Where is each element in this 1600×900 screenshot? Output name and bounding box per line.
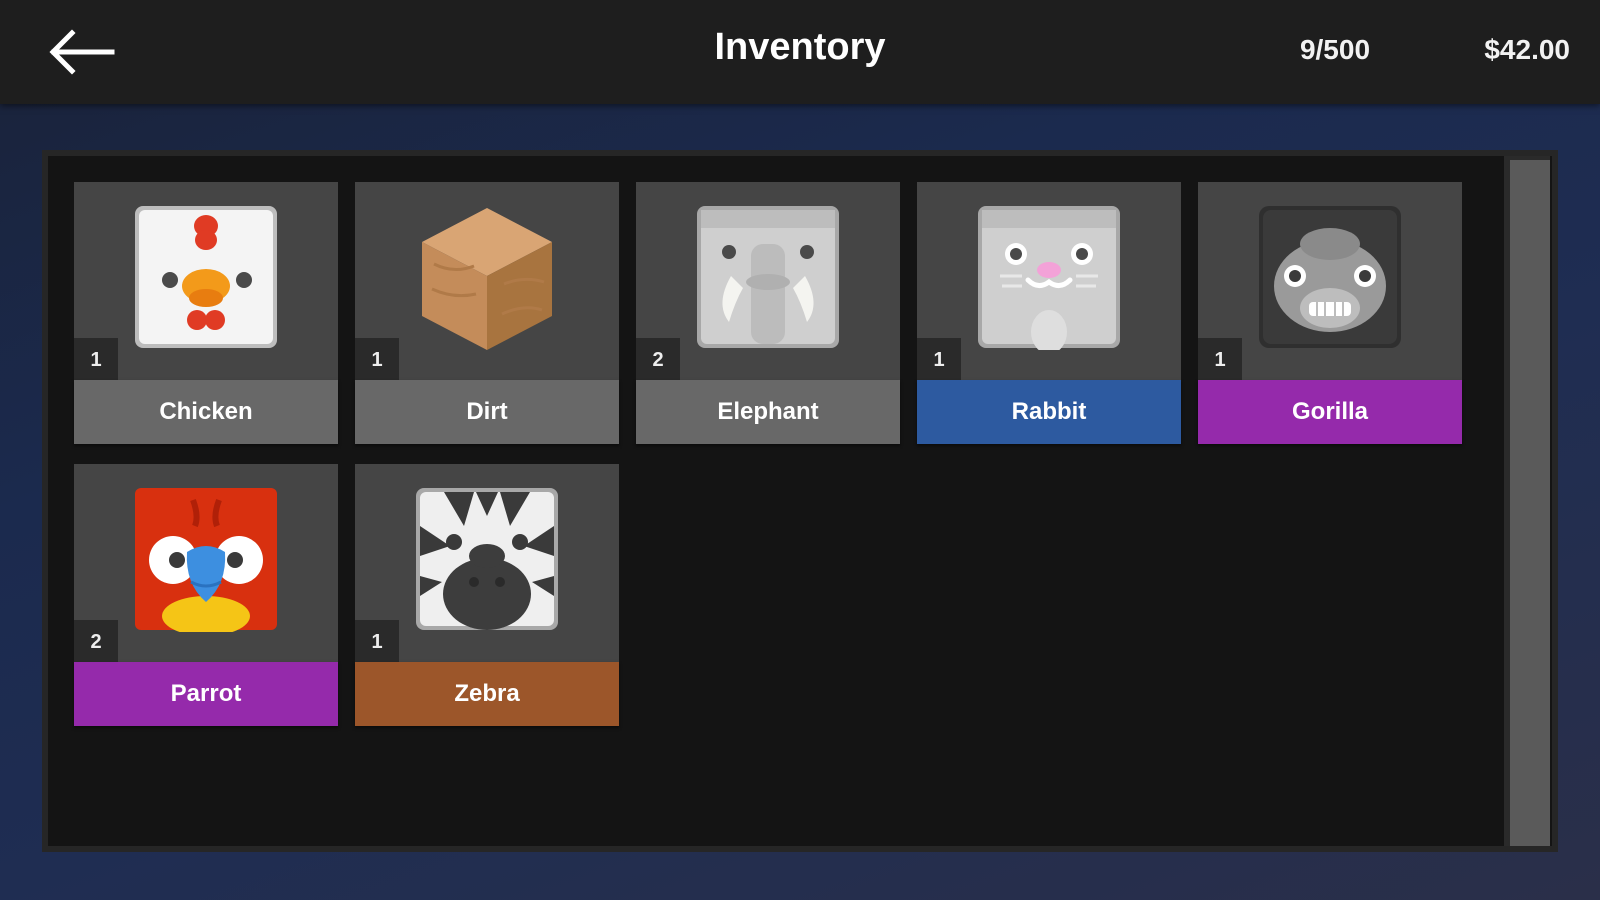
item-card-rabbit[interactable]: 1 Rabbit xyxy=(917,182,1181,446)
item-name-label: Gorilla xyxy=(1198,380,1462,444)
gorilla-icon xyxy=(1259,206,1401,348)
item-card-chicken[interactable]: 1 Chicken xyxy=(74,182,338,446)
money-balance: $42.00 xyxy=(1484,34,1570,65)
item-count-badge: 1 xyxy=(917,338,961,380)
top-bar: Inventory 9/500 $42.00 xyxy=(0,0,1600,104)
chicken-icon xyxy=(135,206,277,348)
item-card-gorilla[interactable]: 1 Gorilla xyxy=(1198,182,1462,446)
item-count-badge: 1 xyxy=(355,620,399,662)
item-name-label: Dirt xyxy=(355,380,619,444)
zebra-icon xyxy=(416,488,558,630)
rabbit-icon xyxy=(978,206,1120,350)
item-count-badge: 1 xyxy=(1198,338,1242,380)
item-name-label: Chicken xyxy=(74,380,338,444)
scrollbar-thumb[interactable] xyxy=(1510,160,1550,846)
item-name-label: Parrot xyxy=(74,662,338,726)
item-count-badge: 2 xyxy=(636,338,680,380)
parrot-icon xyxy=(135,488,277,632)
item-card-zebra[interactable]: 1 Zebra xyxy=(355,464,619,728)
item-name-label: Rabbit xyxy=(917,380,1181,444)
elephant-icon xyxy=(697,206,839,348)
item-card-dirt[interactable]: 1 Dirt xyxy=(355,182,619,446)
item-count-badge: 2 xyxy=(74,620,118,662)
inventory-capacity: 9/500 xyxy=(1299,34,1371,65)
item-count-badge: 1 xyxy=(74,338,118,380)
item-card-elephant[interactable]: 2 Elephant xyxy=(636,182,900,446)
item-card-parrot[interactable]: 2 Parrot xyxy=(74,464,338,728)
dirt-block-icon xyxy=(422,208,552,350)
item-count-badge: 1 xyxy=(355,338,399,380)
item-name-label: Elephant xyxy=(636,380,900,444)
item-name-label: Zebra xyxy=(355,662,619,726)
